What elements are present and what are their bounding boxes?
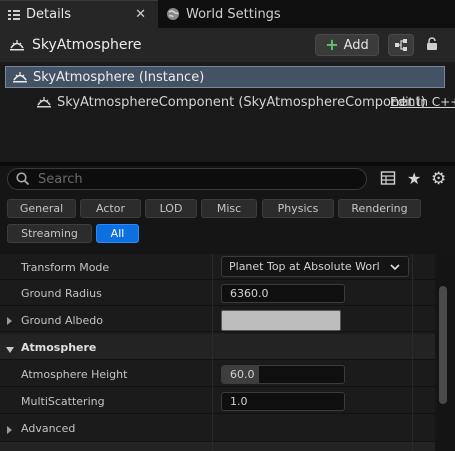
tree-item-component-label: SkyAtmosphereComponent (SkyAtmosphereCom… (57, 94, 426, 110)
column-separator[interactable] (212, 254, 213, 451)
filter-rendering[interactable]: Rendering (338, 199, 421, 218)
ground-albedo-color-swatch[interactable] (221, 310, 341, 331)
add-component-button[interactable]: + Add (315, 34, 379, 56)
filter-label: Streaming (21, 227, 78, 240)
ground-radius-label: Ground Radius (21, 286, 102, 300)
expand-arrow-icon[interactable] (6, 315, 14, 329)
filter-misc[interactable]: Misc (201, 199, 257, 218)
gear-icon[interactable]: ⚙ (431, 170, 449, 188)
collapse-arrow-icon[interactable] (5, 343, 15, 357)
column-separator[interactable] (412, 254, 413, 451)
filter-streaming[interactable]: Streaming (7, 224, 92, 243)
filter-label: Misc (216, 202, 242, 215)
scrollbar-thumb[interactable] (439, 286, 447, 404)
filter-label: Rendering (351, 202, 408, 215)
tree-item-instance[interactable]: SkyAtmosphere (Instance) (5, 66, 445, 88)
filter-label: Actor (96, 202, 125, 215)
chevron-down-icon (390, 263, 400, 271)
tree-item-instance-label: SkyAtmosphere (Instance) (33, 69, 205, 85)
details-icon (7, 8, 21, 22)
expand-arrow-icon[interactable] (6, 424, 14, 438)
sky-atmosphere-icon (36, 95, 52, 109)
search-input[interactable] (36, 170, 340, 188)
close-icon[interactable]: ✕ (135, 7, 146, 22)
add-button-label: Add (343, 37, 369, 53)
transform-mode-value: Planet Top at Absolute World Origin (229, 260, 379, 273)
filter-label: Physics (277, 202, 319, 215)
transform-mode-dropdown[interactable]: Planet Top at Absolute World Origin (221, 256, 409, 277)
table-view-icon[interactable] (380, 170, 398, 188)
atmosphere-height-value: 60.0 (230, 368, 255, 381)
multiscattering-field[interactable]: 1.0 (221, 392, 345, 411)
tab-world-settings-label: World Settings (186, 6, 281, 22)
sky-atmosphere-icon (12, 70, 28, 84)
filter-label: All (110, 227, 125, 240)
filter-physics[interactable]: Physics (262, 199, 334, 218)
blueprint-button[interactable] (388, 34, 414, 56)
section-next (0, 442, 435, 451)
tab-world-settings[interactable]: World Settings (158, 0, 298, 28)
filter-general[interactable]: General (7, 199, 76, 218)
filter-actor[interactable]: Actor (80, 199, 141, 218)
lock-icon[interactable] (425, 37, 439, 54)
plus-icon: + (325, 35, 339, 54)
filter-lod[interactable]: LOD (145, 199, 197, 218)
sky-atmosphere-icon (9, 38, 25, 55)
search-icon (16, 172, 30, 186)
tab-details[interactable]: Details ✕ (0, 0, 158, 28)
star-icon[interactable]: ★ (407, 170, 425, 188)
ground-albedo-label: Ground Albedo (21, 313, 104, 327)
section-atmosphere-label: Atmosphere (21, 340, 97, 354)
hierarchy-icon (394, 38, 408, 55)
globe-icon (166, 7, 180, 21)
multiscattering-label: MultiScattering (21, 394, 105, 408)
filter-label: LOD (159, 202, 183, 215)
actor-title: SkyAtmosphere (32, 37, 142, 53)
filter-label: General (19, 202, 64, 215)
advanced-label: Advanced (21, 421, 76, 435)
ground-radius-value: 6360.0 (230, 287, 269, 300)
transform-mode-label: Transform Mode (21, 260, 110, 274)
search-box[interactable] (7, 168, 367, 190)
ground-radius-field[interactable]: 6360.0 (221, 284, 345, 303)
multiscattering-value: 1.0 (230, 395, 248, 408)
tree-item-component[interactable]: SkyAtmosphereComponent (SkyAtmosphereCom… (30, 92, 426, 112)
atmosphere-height-label: Atmosphere Height (21, 367, 128, 381)
tab-details-label: Details (26, 7, 72, 22)
panel-splitter[interactable] (0, 162, 455, 166)
edit-in-cpp-link[interactable]: Edit in C++ (390, 92, 455, 112)
atmosphere-height-slider[interactable]: 60.0 (221, 365, 345, 384)
filter-all[interactable]: All (96, 224, 139, 243)
